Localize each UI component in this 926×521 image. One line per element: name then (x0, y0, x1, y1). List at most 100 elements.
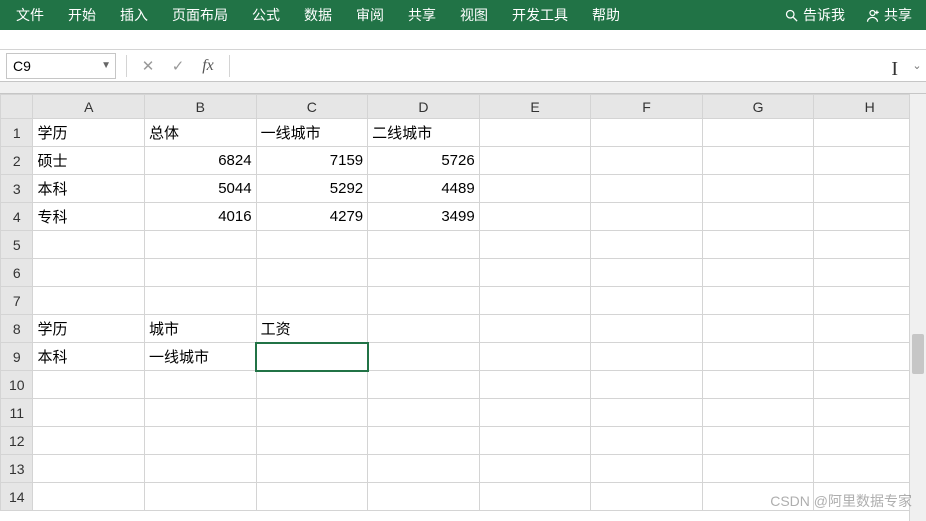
column-header-F[interactable]: F (591, 95, 703, 119)
ribbon-tab-6[interactable]: 审阅 (344, 0, 396, 30)
cell-A8[interactable]: 学历 (33, 315, 145, 343)
cell-G8[interactable] (702, 315, 814, 343)
cell-G9[interactable] (702, 343, 814, 371)
cell-D12[interactable] (368, 427, 480, 455)
row-header-7[interactable]: 7 (1, 287, 33, 315)
cell-A6[interactable] (33, 259, 145, 287)
cell-C13[interactable] (256, 455, 368, 483)
ribbon-tab-8[interactable]: 视图 (448, 0, 500, 30)
cell-D9[interactable] (368, 343, 480, 371)
cell-C5[interactable] (256, 231, 368, 259)
cell-B14[interactable] (145, 483, 257, 511)
row-header-3[interactable]: 3 (1, 175, 33, 203)
cell-G6[interactable] (702, 259, 814, 287)
row-header-8[interactable]: 8 (1, 315, 33, 343)
row-header-9[interactable]: 9 (1, 343, 33, 371)
cell-B1[interactable]: 总体 (145, 119, 257, 147)
cell-B5[interactable] (145, 231, 257, 259)
cell-G11[interactable] (702, 399, 814, 427)
cell-B11[interactable] (145, 399, 257, 427)
column-header-E[interactable]: E (479, 95, 591, 119)
cell-B6[interactable] (145, 259, 257, 287)
cell-E2[interactable] (479, 147, 591, 175)
ribbon-tab-3[interactable]: 页面布局 (160, 0, 240, 30)
cell-E4[interactable] (479, 203, 591, 231)
cell-C7[interactable] (256, 287, 368, 315)
cell-B9[interactable]: 一线城市 (145, 343, 257, 371)
row-header-1[interactable]: 1 (1, 119, 33, 147)
cell-F13[interactable] (591, 455, 703, 483)
cell-D13[interactable] (368, 455, 480, 483)
cell-B4[interactable]: 4016 (145, 203, 257, 231)
cell-E1[interactable] (479, 119, 591, 147)
cell-A9[interactable]: 本科 (33, 343, 145, 371)
ribbon-tab-7[interactable]: 共享 (396, 0, 448, 30)
cell-D6[interactable] (368, 259, 480, 287)
cancel-button[interactable]: ✕ (133, 53, 163, 79)
cell-F9[interactable] (591, 343, 703, 371)
vertical-scrollbar[interactable] (909, 94, 926, 521)
cell-C3[interactable]: 5292 (256, 175, 368, 203)
row-header-14[interactable]: 14 (1, 483, 33, 511)
cell-F2[interactable] (591, 147, 703, 175)
cell-C8[interactable]: 工资 (256, 315, 368, 343)
column-header-G[interactable]: G (702, 95, 814, 119)
expand-formula-bar[interactable]: ⌄ (908, 59, 926, 72)
row-header-13[interactable]: 13 (1, 455, 33, 483)
cell-F4[interactable] (591, 203, 703, 231)
ribbon-tab-5[interactable]: 数据 (292, 0, 344, 30)
cell-F12[interactable] (591, 427, 703, 455)
formula-input[interactable] (236, 53, 908, 79)
cell-E9[interactable] (479, 343, 591, 371)
cell-A4[interactable]: 专科 (33, 203, 145, 231)
cell-A11[interactable] (33, 399, 145, 427)
row-header-5[interactable]: 5 (1, 231, 33, 259)
column-header-D[interactable]: D (368, 95, 480, 119)
row-header-6[interactable]: 6 (1, 259, 33, 287)
cell-B3[interactable]: 5044 (145, 175, 257, 203)
cell-E5[interactable] (479, 231, 591, 259)
cell-C14[interactable] (256, 483, 368, 511)
tell-me-search[interactable]: 告诉我 (774, 5, 855, 25)
share-button[interactable]: 共享 (855, 5, 922, 25)
cell-D2[interactable]: 5726 (368, 147, 480, 175)
cell-C10[interactable] (256, 371, 368, 399)
cell-E12[interactable] (479, 427, 591, 455)
cell-G7[interactable] (702, 287, 814, 315)
cell-F3[interactable] (591, 175, 703, 203)
row-header-12[interactable]: 12 (1, 427, 33, 455)
cell-E7[interactable] (479, 287, 591, 315)
cell-A5[interactable] (33, 231, 145, 259)
cell-F10[interactable] (591, 371, 703, 399)
cell-C4[interactable]: 4279 (256, 203, 368, 231)
cell-E11[interactable] (479, 399, 591, 427)
cell-F1[interactable] (591, 119, 703, 147)
column-header-A[interactable]: A (33, 95, 145, 119)
cell-F6[interactable] (591, 259, 703, 287)
cell-D10[interactable] (368, 371, 480, 399)
cell-F5[interactable] (591, 231, 703, 259)
cell-E6[interactable] (479, 259, 591, 287)
select-all-corner[interactable] (1, 95, 33, 119)
scrollbar-thumb[interactable] (912, 334, 924, 374)
ribbon-tab-0[interactable]: 文件 (4, 0, 56, 30)
cell-F14[interactable] (591, 483, 703, 511)
ribbon-tab-4[interactable]: 公式 (240, 0, 292, 30)
cell-C6[interactable] (256, 259, 368, 287)
cell-A12[interactable] (33, 427, 145, 455)
cell-A7[interactable] (33, 287, 145, 315)
column-header-C[interactable]: C (256, 95, 368, 119)
cell-G3[interactable] (702, 175, 814, 203)
cell-D11[interactable] (368, 399, 480, 427)
cell-D14[interactable] (368, 483, 480, 511)
cell-B2[interactable]: 6824 (145, 147, 257, 175)
cell-E13[interactable] (479, 455, 591, 483)
cell-B10[interactable] (145, 371, 257, 399)
cell-G4[interactable] (702, 203, 814, 231)
cell-G12[interactable] (702, 427, 814, 455)
cell-A10[interactable] (33, 371, 145, 399)
cell-D3[interactable]: 4489 (368, 175, 480, 203)
ribbon-tab-10[interactable]: 帮助 (580, 0, 632, 30)
cell-A1[interactable]: 学历 (33, 119, 145, 147)
cell-F11[interactable] (591, 399, 703, 427)
